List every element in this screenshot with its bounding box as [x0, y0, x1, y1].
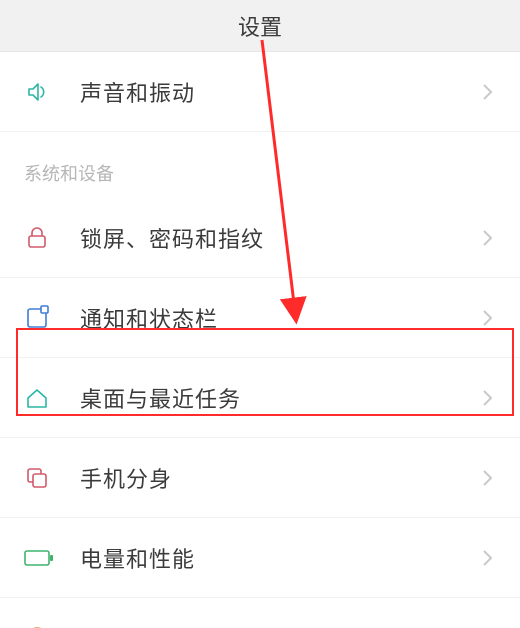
row-label: 手机分身: [80, 462, 478, 494]
chevron-right-icon: [478, 388, 496, 408]
chevron-right-icon: [478, 468, 496, 488]
chevron-right-icon: [478, 548, 496, 568]
section-header-system-device: 系统和设备: [0, 132, 520, 198]
row-label: 电量和性能: [80, 542, 478, 574]
chevron-right-icon: [478, 308, 496, 328]
notification-icon: [24, 305, 80, 331]
lock-icon: [24, 225, 80, 251]
row-label: 存储空间: [80, 622, 478, 628]
battery-icon: [24, 548, 80, 568]
row-lockscreen-password-fingerprint[interactable]: 锁屏、密码和指纹: [0, 198, 520, 278]
page-title: 设置: [238, 10, 282, 42]
home-icon: [24, 385, 80, 411]
row-label: 桌面与最近任务: [80, 382, 478, 414]
row-label: 锁屏、密码和指纹: [80, 222, 478, 254]
row-home-recent-tasks[interactable]: 桌面与最近任务: [0, 358, 520, 438]
row-sound-vibration[interactable]: 声音和振动: [0, 52, 520, 132]
chevron-right-icon: [478, 228, 496, 248]
row-label: 通知和状态栏: [80, 302, 478, 334]
row-notification-statusbar[interactable]: 通知和状态栏: [0, 278, 520, 358]
chevron-right-icon: [478, 82, 496, 102]
row-label: 声音和振动: [80, 76, 478, 108]
row-phone-clone[interactable]: 手机分身: [0, 438, 520, 518]
row-storage[interactable]: 存储空间: [0, 598, 520, 628]
page-header: 设置: [0, 0, 520, 52]
row-battery-performance[interactable]: 电量和性能: [0, 518, 520, 598]
copy-icon: [24, 465, 80, 491]
volume-icon: [24, 78, 80, 106]
